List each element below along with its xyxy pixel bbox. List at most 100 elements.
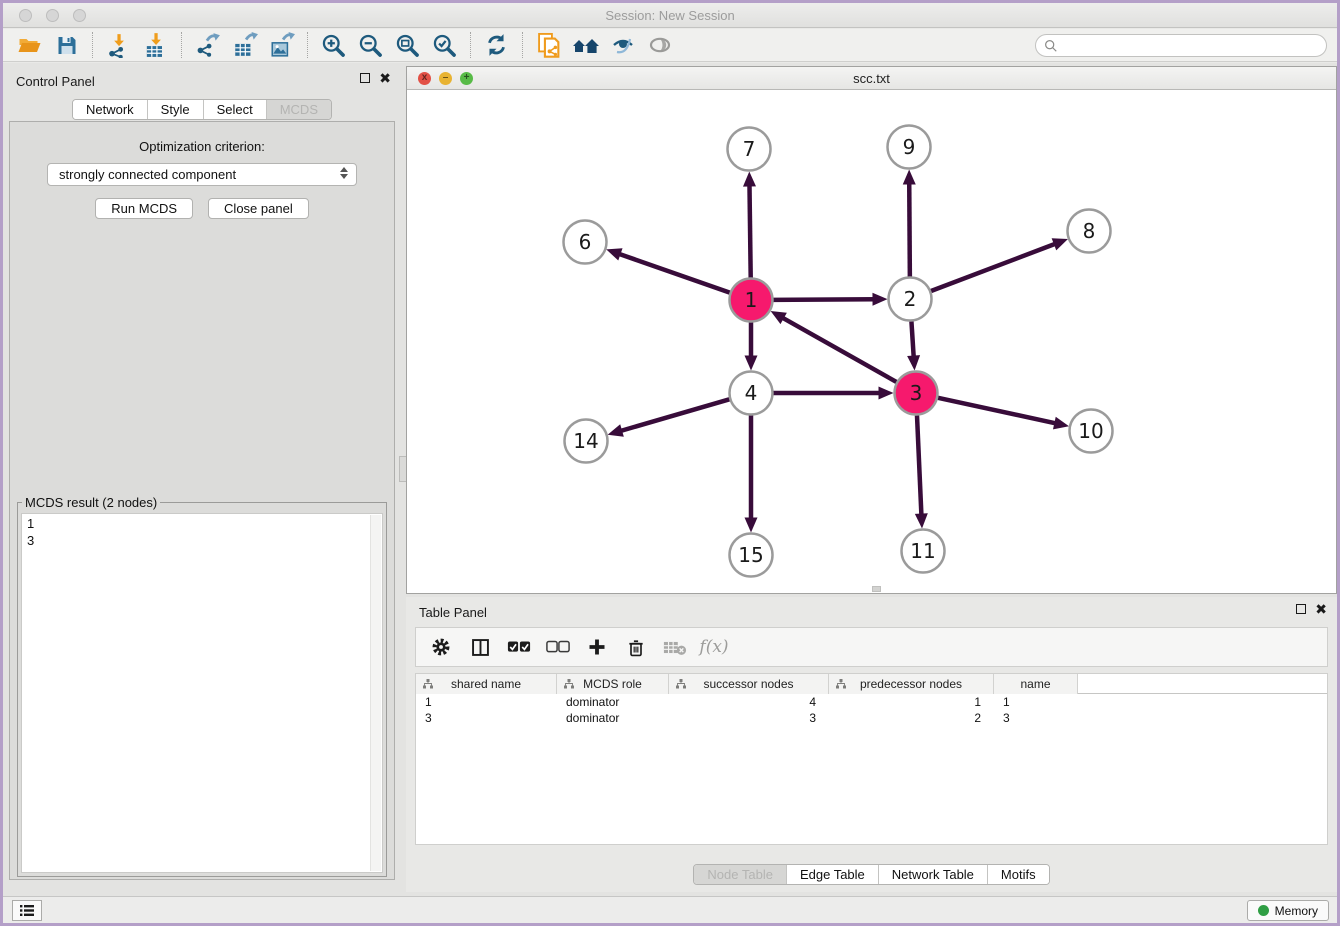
close-panel-icon[interactable]: ✖ bbox=[1315, 604, 1327, 614]
edge-1-6[interactable] bbox=[618, 253, 730, 292]
node-table[interactable]: shared nameMCDS rolesuccessor nodes prede… bbox=[415, 673, 1328, 845]
main-area: Control Panel ✖ Network Style Select MCD… bbox=[3, 63, 1337, 896]
toolbar-separator bbox=[181, 32, 182, 58]
table-cell[interactable]: 3 bbox=[416, 710, 557, 726]
table-row[interactable]: 1dominator411 bbox=[416, 694, 1327, 710]
edge-arrowhead bbox=[743, 171, 756, 186]
houses-icon bbox=[571, 33, 601, 57]
edge-2-8[interactable] bbox=[931, 243, 1057, 291]
select-stepper-icon bbox=[340, 167, 348, 179]
result-line: 3 bbox=[27, 532, 377, 549]
hide-selected-button[interactable] bbox=[604, 31, 641, 59]
table-body: 1dominator4113dominator323 bbox=[416, 694, 1327, 726]
column-header-successor-nodes[interactable]: successor nodes bbox=[669, 674, 829, 694]
column-header-label: predecessor nodes bbox=[860, 677, 962, 691]
result-scrollbar[interactable] bbox=[370, 515, 381, 871]
zoom-out-button[interactable] bbox=[352, 31, 389, 59]
export-table-button[interactable] bbox=[226, 31, 263, 59]
network-window-title: scc.txt bbox=[407, 67, 1336, 90]
table-cell[interactable]: dominator bbox=[557, 694, 669, 710]
zoom-in-button[interactable] bbox=[315, 31, 352, 59]
table-cell[interactable]: 1 bbox=[829, 694, 994, 710]
select-all-columns-button[interactable] bbox=[506, 634, 532, 660]
first-neighbors-button[interactable] bbox=[567, 31, 604, 59]
tab-edge-table[interactable]: Edge Table bbox=[786, 865, 878, 884]
list-icon bbox=[19, 904, 35, 917]
zoom-out-icon bbox=[357, 32, 384, 59]
edge-arrowhead bbox=[1053, 417, 1069, 430]
canvas-splitter-grip[interactable] bbox=[872, 586, 881, 592]
criterion-value: strongly connected component bbox=[59, 167, 236, 182]
refresh-button[interactable] bbox=[478, 31, 515, 59]
float-panel-icon[interactable] bbox=[1296, 604, 1306, 614]
criterion-select[interactable]: strongly connected component bbox=[47, 163, 357, 186]
edge-3-1[interactable] bbox=[781, 317, 896, 382]
table-cell[interactable]: 4 bbox=[669, 694, 829, 710]
zoom-selected-button[interactable] bbox=[426, 31, 463, 59]
columns-icon bbox=[470, 637, 491, 658]
edge-2-9[interactable] bbox=[909, 181, 910, 276]
mcds-tab-content: Optimization criterion: strongly connect… bbox=[9, 121, 395, 880]
zoom-fit-icon bbox=[394, 32, 421, 59]
edge-4-14[interactable] bbox=[619, 399, 729, 431]
import-network-button[interactable] bbox=[100, 31, 137, 59]
edge-1-7[interactable] bbox=[749, 183, 750, 277]
export-network-button[interactable] bbox=[189, 31, 226, 59]
tab-network-table[interactable]: Network Table bbox=[878, 865, 987, 884]
control-panel: Control Panel ✖ Network Style Select MCD… bbox=[3, 63, 401, 896]
table-panel: Table Panel ✖ bbox=[406, 597, 1337, 892]
import-table-button[interactable] bbox=[137, 31, 174, 59]
column-header-shared-name[interactable]: shared name bbox=[416, 674, 557, 694]
unselect-all-columns-button[interactable] bbox=[545, 634, 571, 660]
refresh-icon bbox=[483, 32, 510, 58]
fx-icon: f(x) bbox=[699, 637, 728, 657]
run-mcds-button[interactable]: Run MCDS bbox=[95, 198, 193, 219]
gear-icon bbox=[430, 636, 452, 658]
table-cell[interactable]: 2 bbox=[829, 710, 994, 726]
table-cell[interactable]: dominator bbox=[557, 710, 669, 726]
show-columns-button[interactable] bbox=[467, 634, 493, 660]
memory-button[interactable]: Memory bbox=[1247, 900, 1329, 921]
status-menu-button[interactable] bbox=[12, 900, 42, 921]
delete-table-button-disabled bbox=[662, 634, 688, 660]
column-header-MCDS-role[interactable]: MCDS role bbox=[557, 674, 669, 694]
table-cell[interactable]: 3 bbox=[669, 710, 829, 726]
export-network-icon bbox=[194, 32, 222, 58]
tab-node-table[interactable]: Node Table bbox=[694, 865, 786, 884]
edge-arrowhead bbox=[872, 293, 887, 306]
node-label-10: 10 bbox=[1078, 419, 1103, 443]
clone-network-button[interactable] bbox=[530, 31, 567, 59]
tab-select[interactable]: Select bbox=[203, 100, 266, 119]
edge-2-3[interactable] bbox=[911, 321, 913, 358]
create-column-button[interactable] bbox=[584, 634, 610, 660]
close-panel-button[interactable]: Close panel bbox=[208, 198, 309, 219]
close-panel-icon[interactable]: ✖ bbox=[379, 73, 391, 83]
float-panel-icon[interactable] bbox=[360, 73, 370, 83]
tab-mcds[interactable]: MCDS bbox=[266, 100, 331, 119]
zoom-fit-button[interactable] bbox=[389, 31, 426, 59]
show-all-button[interactable] bbox=[641, 31, 678, 59]
trash-icon bbox=[626, 637, 646, 658]
delete-column-button[interactable] bbox=[623, 634, 649, 660]
column-header-predecessor-nodes[interactable]: predecessor nodes bbox=[829, 674, 994, 694]
toolbar-separator bbox=[522, 32, 523, 58]
search-input[interactable] bbox=[1035, 34, 1327, 57]
edge-3-11[interactable] bbox=[917, 415, 921, 516]
table-cell[interactable]: 1 bbox=[416, 694, 557, 710]
network-canvas[interactable]: 7968124314101511 bbox=[407, 91, 1336, 593]
tab-style[interactable]: Style bbox=[147, 100, 203, 119]
column-header-name[interactable]: name bbox=[994, 674, 1078, 694]
save-session-button[interactable] bbox=[48, 31, 85, 59]
mcds-result-text[interactable]: 1 3 bbox=[21, 513, 383, 873]
memory-status-icon bbox=[1258, 905, 1269, 916]
table-row[interactable]: 3dominator323 bbox=[416, 710, 1327, 726]
edge-3-10[interactable] bbox=[938, 398, 1057, 424]
edge-1-2[interactable] bbox=[773, 299, 875, 300]
table-cell[interactable]: 3 bbox=[994, 710, 1078, 726]
export-image-button[interactable] bbox=[263, 31, 300, 59]
open-session-button[interactable] bbox=[11, 31, 48, 59]
table-settings-button[interactable] bbox=[428, 634, 454, 660]
table-cell[interactable]: 1 bbox=[994, 694, 1078, 710]
tab-motifs[interactable]: Motifs bbox=[987, 865, 1049, 884]
tab-network[interactable]: Network bbox=[73, 100, 147, 119]
